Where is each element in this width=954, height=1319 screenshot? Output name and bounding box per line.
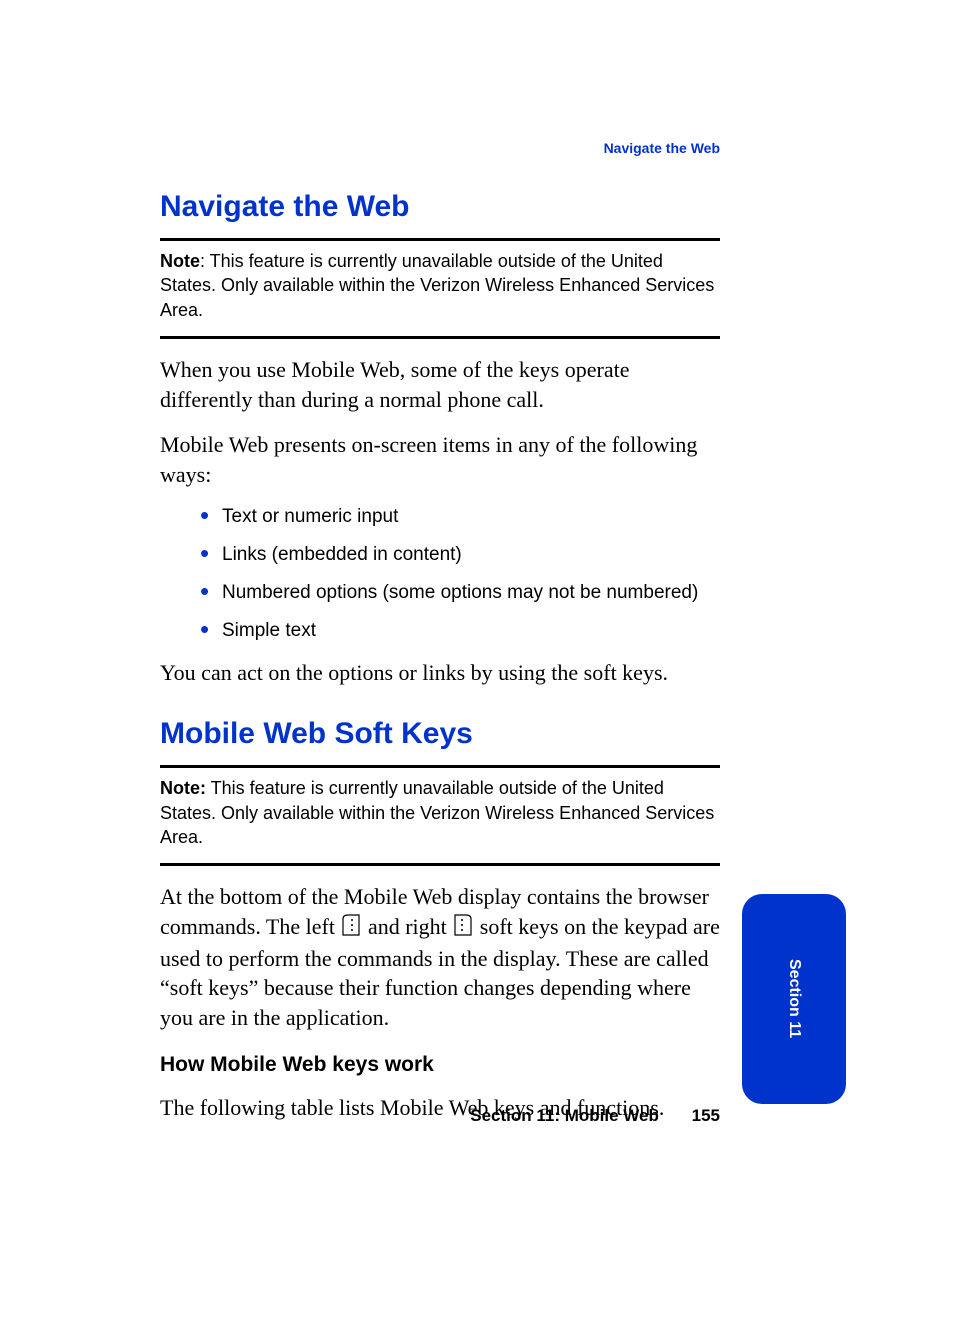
- footer-section-label: Section 11: Mobile Web: [470, 1106, 659, 1125]
- para: When you use Mobile Web, some of the key…: [160, 355, 720, 414]
- subheading-how-keys-work: How Mobile Web keys work: [160, 1053, 720, 1077]
- page-number: 155: [692, 1106, 720, 1126]
- section-side-tab: Section 11: [742, 894, 846, 1104]
- note-block-2: Note: This feature is currently unavaila…: [160, 776, 720, 849]
- running-header: Navigate the Web: [604, 140, 720, 156]
- list-item: Links (embedded in content): [200, 544, 720, 566]
- side-tab-label: Section 11: [785, 959, 803, 1038]
- right-softkey-icon: [454, 914, 472, 944]
- note-label: Note: [160, 251, 200, 271]
- para: Mobile Web presents on-screen items in a…: [160, 430, 720, 489]
- note-label: Note:: [160, 778, 206, 798]
- list-item: Numbered options (some options may not b…: [200, 582, 720, 604]
- rule: [160, 238, 720, 241]
- note-block-1: Note: This feature is currently unavaila…: [160, 249, 720, 322]
- text-fragment: and right: [368, 914, 452, 939]
- note-text: : This feature is currently unavailable …: [160, 251, 714, 320]
- heading-mobile-web-soft-keys: Mobile Web Soft Keys: [160, 717, 720, 751]
- page-footer: Section 11: Mobile Web 155: [160, 1106, 720, 1126]
- page-content: Navigate the Web Navigate the Web Note: …: [160, 140, 720, 1138]
- bullet-list: Text or numeric input Links (embedded in…: [200, 506, 720, 642]
- para: You can act on the options or links by u…: [160, 658, 720, 688]
- heading-navigate-the-web: Navigate the Web: [160, 190, 720, 224]
- rule: [160, 765, 720, 768]
- list-item: Simple text: [200, 620, 720, 642]
- note-text: This feature is currently unavailable ou…: [160, 778, 714, 847]
- rule: [160, 336, 720, 339]
- left-softkey-icon: [342, 914, 360, 944]
- rule: [160, 863, 720, 866]
- list-item: Text or numeric input: [200, 506, 720, 528]
- para-softkeys: At the bottom of the Mobile Web display …: [160, 882, 720, 1032]
